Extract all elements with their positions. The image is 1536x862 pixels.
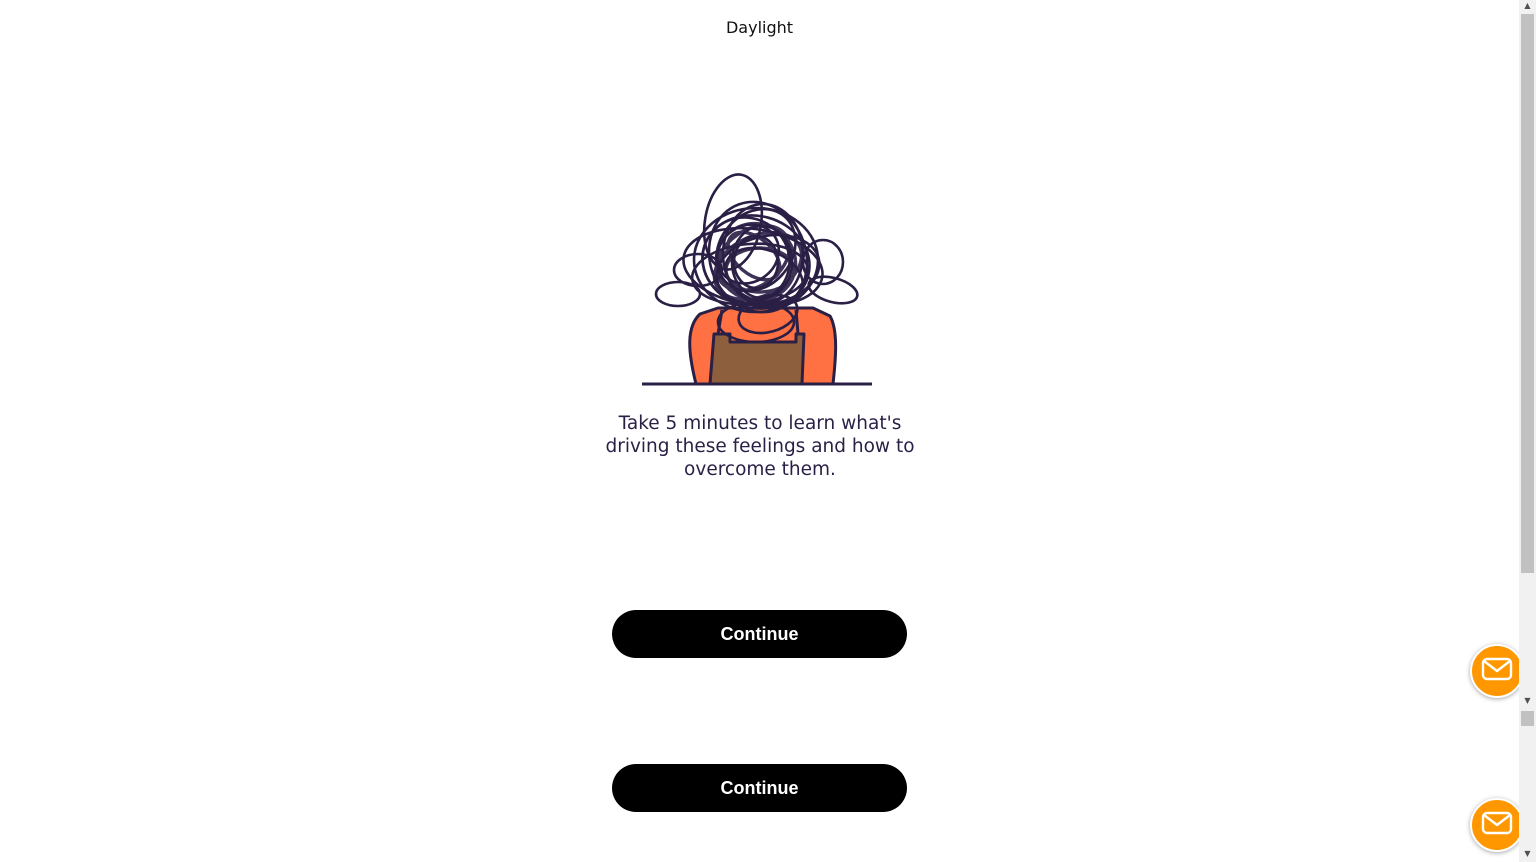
contact-mail-button-secondary[interactable]	[1470, 798, 1524, 852]
mail-icon	[1481, 811, 1513, 840]
scroll-down-arrow-icon-bottom[interactable]: ▼	[1519, 848, 1536, 860]
scroll-up-arrow-icon[interactable]: ▲	[1519, 0, 1536, 12]
contact-mail-button[interactable]	[1470, 644, 1524, 698]
tagline-text: Take 5 minutes to learn what's driving t…	[605, 413, 915, 480]
stressed-person-illustration	[638, 162, 878, 394]
page: Daylight Take 5 minutes to learn what's …	[0, 0, 1536, 862]
scrollbar-thumb-secondary[interactable]	[1521, 711, 1534, 726]
brand-logo-text: Daylight	[725, 18, 794, 37]
continue-button[interactable]: Continue	[612, 610, 907, 658]
scrollbar-thumb[interactable]	[1521, 14, 1534, 573]
mail-icon	[1481, 657, 1513, 686]
vertical-scrollbar[interactable]: ▲ ▼ ▼	[1519, 0, 1536, 862]
continue-button-secondary[interactable]: Continue	[612, 764, 907, 812]
scroll-down-arrow-icon[interactable]: ▼	[1519, 695, 1536, 707]
